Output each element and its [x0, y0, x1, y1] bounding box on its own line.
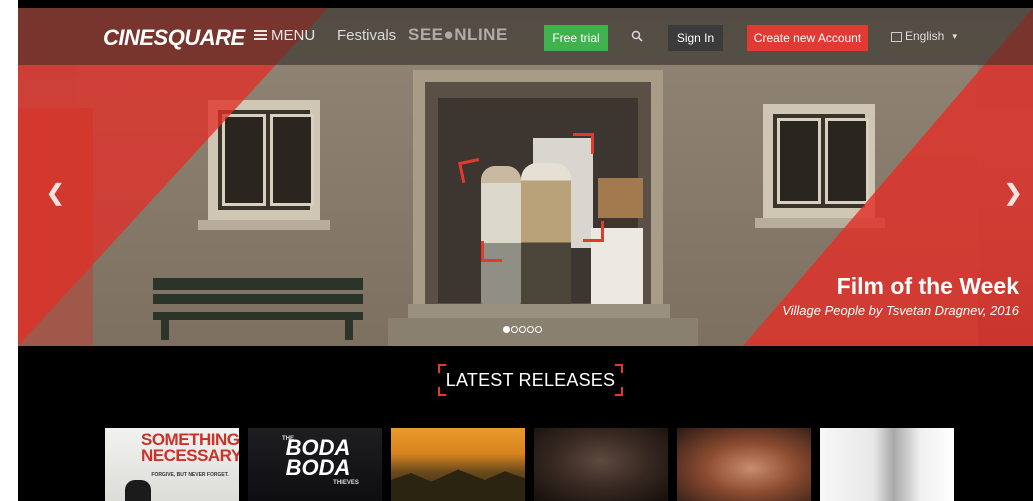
menu-button[interactable]: MENU — [254, 27, 315, 44]
movie-poster[interactable] — [534, 428, 668, 501]
seeonline-link[interactable]: SEE●NLINE — [408, 25, 508, 45]
flag-icon — [891, 31, 902, 42]
page: ❮ ❯ Film of the Week Village People by T… — [18, 0, 1033, 501]
slider-dots — [503, 320, 543, 333]
create-account-button[interactable]: Create new Account — [747, 25, 868, 51]
hero-focus-bracket — [458, 158, 483, 183]
hero-image-sill-left — [198, 220, 330, 230]
chevron-left-icon[interactable]: ❮ — [46, 180, 64, 206]
slider-dot[interactable] — [511, 326, 518, 333]
hero-image-window-right — [763, 104, 875, 218]
film-of-the-week-heading: Film of the Week — [836, 273, 1019, 299]
hero-focus-bracket — [573, 133, 594, 154]
hero-image-boxes — [598, 178, 643, 218]
heading-bracket — [615, 387, 623, 396]
sign-in-button[interactable]: Sign In — [668, 25, 723, 51]
poster-title: BODA BODA — [285, 435, 351, 480]
menu-label: MENU — [271, 27, 316, 44]
chevron-right-icon[interactable]: ❯ — [1004, 180, 1022, 206]
slider-dot[interactable] — [535, 326, 542, 333]
hero-image-man — [521, 163, 571, 308]
site-logo[interactable]: CINESQUARE — [103, 25, 245, 51]
movie-poster[interactable]: THE BODA BODA THIEVES — [248, 428, 382, 501]
movie-poster[interactable] — [677, 428, 811, 501]
language-selector[interactable]: English ▼ — [891, 29, 959, 43]
heading-bracket — [438, 364, 446, 373]
heading-bracket — [615, 364, 623, 373]
slider-dot[interactable] — [503, 326, 510, 333]
poster-title: SOMETHING NECESSARY — [141, 430, 239, 465]
film-of-the-week-subtitle[interactable]: Village People by Tsvetan Dragnev, 2016 — [779, 301, 1019, 321]
latest-releases-heading: LATEST RELEASES — [445, 370, 616, 390]
chevron-down-icon: ▼ — [950, 32, 959, 41]
menu-icon — [254, 29, 267, 41]
slider-dot[interactable] — [527, 326, 534, 333]
movie-poster[interactable] — [391, 428, 525, 501]
hero-focus-bracket — [583, 221, 604, 242]
hero-image-bench — [153, 278, 363, 340]
free-trial-button[interactable]: Free trial — [544, 25, 608, 51]
slider-dot[interactable] — [519, 326, 526, 333]
poster-palms — [391, 469, 525, 501]
language-label: English — [905, 29, 945, 43]
movie-poster[interactable]: SOMETHING NECESSARY FORGIVE, BUT NEVER F… — [105, 428, 239, 501]
festivals-link[interactable]: Festivals — [337, 27, 396, 44]
top-navbar: CINESQUARE MENU Festivals SEE●NLINE Free… — [18, 8, 1033, 65]
heading-bracket — [438, 387, 446, 396]
poster-suffix: THIEVES — [333, 480, 359, 486]
hero-focus-bracket — [481, 241, 502, 262]
search-icon[interactable] — [631, 30, 643, 42]
latest-releases-heading-wrap: LATEST RELEASES — [438, 364, 623, 396]
poster-figure — [125, 480, 151, 501]
hero-image-step — [408, 304, 670, 318]
hero-image-step — [388, 318, 698, 346]
hero-image-woman — [481, 166, 521, 306]
movie-poster[interactable] — [820, 428, 954, 501]
poster-tagline: FORGIVE, BUT NEVER FORGET. — [151, 472, 229, 478]
